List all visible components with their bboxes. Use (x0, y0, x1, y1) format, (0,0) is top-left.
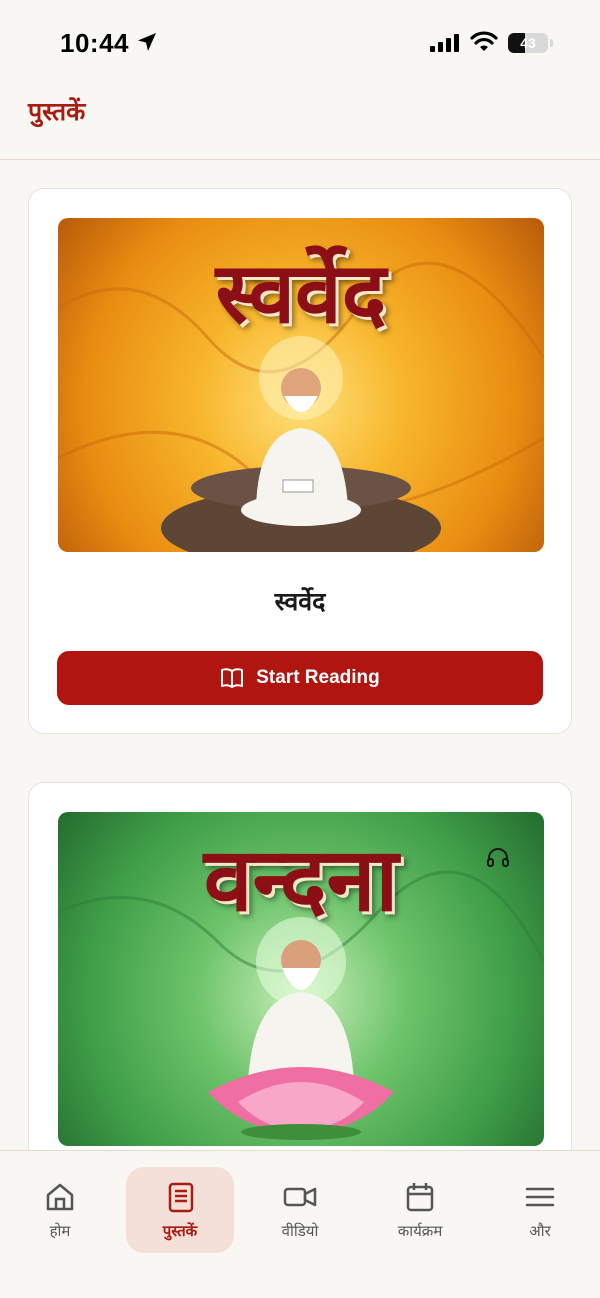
battery-icon: 43 (508, 33, 548, 53)
home-icon (46, 1183, 74, 1211)
page-header: पुस्तकें (0, 80, 600, 160)
nav-label-books: पुस्तकें (162, 1222, 198, 1240)
nav-item-events[interactable]: कार्यक्रम (366, 1167, 474, 1253)
status-bar: 10:44 43 (0, 0, 600, 80)
status-time: 10:44 (60, 28, 129, 58)
page-title: पुस्तकें (28, 97, 86, 126)
nav-label-events: कार्यक्रम (397, 1222, 443, 1240)
headphones-icon[interactable] (486, 846, 510, 868)
start-reading-label: Start Reading (256, 667, 380, 688)
book-cover-image[interactable]: वन्दना (58, 812, 544, 1146)
video-icon (283, 1187, 317, 1207)
nav-item-videos[interactable]: वीडियो (246, 1167, 354, 1253)
battery-nub (550, 39, 553, 47)
nav-item-more[interactable]: और (486, 1167, 594, 1253)
book-icon (168, 1182, 194, 1213)
book-card: वन्दना (28, 782, 572, 1202)
nav-item-home[interactable]: होम (6, 1167, 114, 1253)
menu-icon (525, 1187, 555, 1207)
nav-label-more: और (529, 1222, 551, 1240)
location-arrow-icon (138, 33, 156, 51)
cover-title: स्वर्वेद (215, 243, 387, 342)
book-cover-image[interactable]: स्वर्वेद (58, 218, 544, 552)
book-open-icon (221, 668, 244, 688)
nav-label-videos: वीडियो (281, 1222, 319, 1240)
cellular-signal-icon (430, 34, 459, 52)
calendar-icon (406, 1183, 434, 1212)
nav-label-home: होम (49, 1222, 71, 1240)
bottom-navigation: होम पुस्तकें वीडियो कार्यक्रम और (0, 1150, 600, 1298)
nav-item-books[interactable]: पुस्तकें (126, 1167, 234, 1253)
start-reading-button[interactable]: Start Reading (57, 651, 543, 705)
wifi-icon (470, 31, 498, 51)
book-card: स्वर्वेद स्वर्वेद Start Reading (28, 188, 572, 734)
book-title: स्वर्वेद (274, 587, 326, 616)
cover-title: वन्दना (203, 827, 399, 931)
battery-level: 43 (520, 35, 536, 51)
